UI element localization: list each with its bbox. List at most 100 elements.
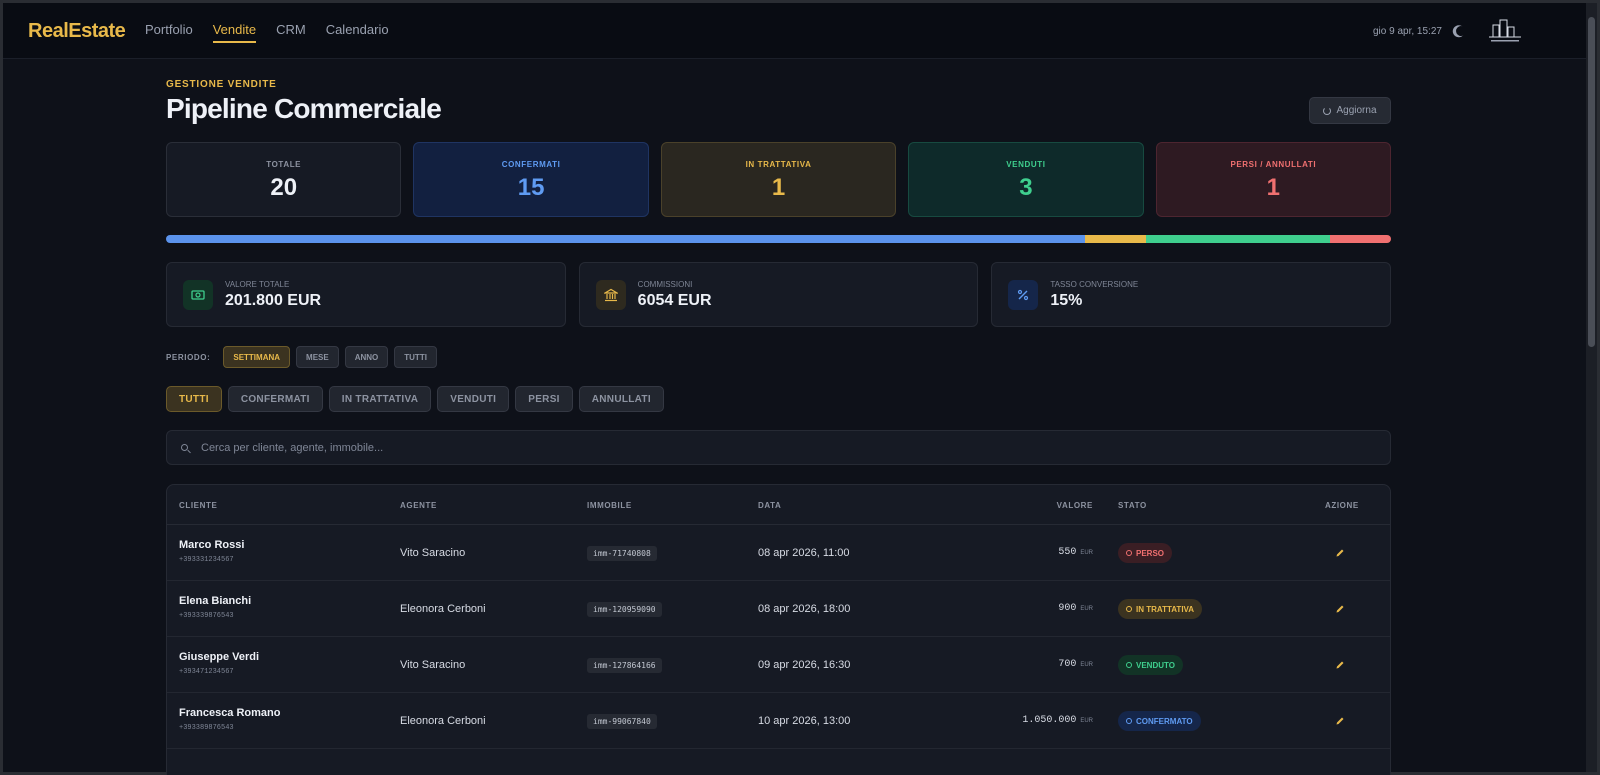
sale-date: 09 apr 2026, 16:30 (758, 659, 851, 671)
tab-confirmed[interactable]: CONFERMATI (227, 386, 323, 412)
edit-pencil-icon[interactable] (1335, 716, 1345, 726)
search-icon (181, 444, 188, 451)
status-tabs: TUTTI CONFERMATI IN TRATTATIVA VENDUTI P… (166, 386, 664, 412)
column-agent[interactable]: AGENTE (400, 501, 437, 510)
metric-value: 201.800 EUR (225, 292, 322, 309)
tab-all[interactable]: TUTTI (166, 386, 222, 412)
edit-pencil-icon[interactable] (1335, 604, 1345, 614)
nav-crm[interactable]: CRM (276, 22, 306, 43)
progress-segment-negotiating (1084, 235, 1146, 243)
sale-date: 08 apr 2026, 18:00 (758, 603, 851, 615)
stats-cards: TOTALE 20 CONFERMATI 15 IN TRATTATIVA 1 … (166, 142, 1392, 217)
sale-value: 700 EUR (1058, 659, 1093, 670)
currency-label: EUR (1080, 550, 1093, 556)
column-date[interactable]: DATA (758, 501, 781, 510)
value-amount: 550 (1058, 547, 1077, 558)
progress-segment-sold (1146, 235, 1330, 243)
currency-label: EUR (1080, 718, 1093, 724)
scroll-thumb[interactable] (1588, 17, 1595, 347)
stat-value: 1 (1266, 174, 1280, 201)
page-title: Pipeline Commerciale (166, 93, 442, 124)
bank-icon (595, 280, 626, 310)
stat-negotiating: IN TRATTATIVA 1 (660, 142, 897, 217)
stat-sold: VENDUTI 3 (908, 142, 1144, 217)
metric-label: VALORE TOTALE (225, 280, 290, 289)
property-id[interactable]: imm-127864166 (587, 658, 662, 673)
search-bar (166, 430, 1391, 465)
stat-lost: PERSI / ANNULLATI 1 (1155, 142, 1392, 217)
edit-pencil-icon[interactable] (1335, 548, 1345, 558)
tab-sold[interactable]: VENDUTI (437, 386, 510, 412)
sale-date: 08 apr 2026, 11:00 (758, 547, 850, 559)
refresh-icon (1323, 106, 1332, 115)
metric-commissions: COMMISSIONI 6054 EUR (578, 262, 979, 327)
edit-pencil-icon[interactable] (1335, 660, 1345, 670)
metric-conversion-rate: TASSO CONVERSIONE 15% (991, 262, 1392, 327)
moon-icon[interactable] (1455, 25, 1468, 38)
table-row[interactable]: Marco Rossi +393331234567 Vito Saracino … (167, 525, 1390, 581)
stat-label: CONFERMATI (501, 160, 561, 169)
stat-label: PERSI / ANNULLATI (1230, 160, 1317, 169)
search-input[interactable] (201, 441, 1101, 454)
value-amount: 1.050.000 (1022, 715, 1077, 726)
table-row[interactable]: Francesca Romano +393389876543 Eleonora … (167, 693, 1390, 749)
column-status[interactable]: STATO (1118, 501, 1147, 510)
stat-value: 15 (517, 174, 545, 201)
progress-segment-lost (1329, 235, 1391, 243)
period-year[interactable]: ANNO (344, 346, 389, 368)
stat-total: TOTALE 20 (166, 142, 402, 217)
table-body: Marco Rossi +393331234567 Vito Saracino … (167, 525, 1390, 749)
currency-label: EUR (1080, 662, 1093, 668)
metric-total-value: VALORE TOTALE 201.800 EUR (166, 262, 566, 327)
agent-name: Vito Saracino (400, 547, 466, 559)
column-value[interactable]: VALORE (1057, 501, 1093, 510)
column-property[interactable]: IMMOBILE (587, 501, 632, 510)
sale-date: 10 apr 2026, 13:00 (758, 715, 851, 727)
client-phone: +393331234567 (179, 556, 234, 564)
client-name: Giuseppe Verdi (179, 651, 260, 663)
banknote-icon (183, 280, 213, 310)
status-dot-icon (1126, 550, 1132, 556)
current-datetime: gio 9 apr, 15:27 (1373, 26, 1442, 37)
status-badge: CONFERMATO (1118, 711, 1201, 731)
refresh-button[interactable]: Aggiorna (1309, 97, 1391, 124)
status-badge: PERSO (1118, 543, 1173, 563)
tab-negotiating[interactable]: IN TRATTATIVA (328, 386, 432, 412)
client-phone: +393389876543 (179, 724, 234, 732)
period-all[interactable]: TUTTI (394, 346, 437, 368)
tab-lost[interactable]: PERSI (515, 386, 573, 412)
progress-segment-confirmed (166, 235, 1085, 243)
stat-label: TOTALE (266, 160, 302, 169)
client-phone: +393339876543 (179, 612, 234, 620)
page-kicker: GESTIONE VENDITE (166, 79, 277, 90)
table-row[interactable]: Elena Bianchi +393339876543 Eleonora Cer… (167, 581, 1390, 637)
sale-value: 900 EUR (1058, 603, 1093, 614)
percent-icon (1008, 280, 1039, 310)
nav-portfolio[interactable]: Portfolio (145, 22, 193, 43)
table-header: CLIENTE AGENTE IMMOBILE DATA VALORE STAT… (167, 485, 1390, 525)
property-id[interactable]: imm-99067840 (587, 714, 657, 729)
table-row[interactable]: Giuseppe Verdi +393471234567 Vito Saraci… (167, 637, 1390, 693)
tab-cancelled[interactable]: ANNULLATI (578, 386, 664, 412)
status-label: CONFERMATO (1136, 716, 1193, 726)
client-phone: +393471234567 (179, 668, 234, 676)
stat-label: VENDUTI (1006, 160, 1046, 169)
property-id[interactable]: imm-120959090 (587, 602, 662, 617)
brand-logo[interactable]: RealEstate (28, 20, 126, 43)
agent-name: Vito Saracino (400, 659, 466, 671)
nav-calendario[interactable]: Calendario (326, 22, 389, 43)
stat-label: IN TRATTATIVA (745, 160, 812, 169)
status-dot-icon (1126, 718, 1132, 724)
column-client[interactable]: CLIENTE (179, 501, 217, 510)
building-logo-icon (1489, 19, 1521, 42)
page-scrollbar[interactable] (1586, 3, 1597, 772)
sales-table: CLIENTE AGENTE IMMOBILE DATA VALORE STAT… (166, 484, 1391, 775)
period-month[interactable]: MESE (296, 346, 339, 368)
stat-value: 1 (771, 174, 786, 201)
period-week[interactable]: SETTIMANA (223, 346, 291, 368)
status-label: IN TRATTATIVA (1136, 604, 1195, 614)
sale-value: 1.050.000 EUR (1022, 715, 1093, 726)
client-name: Marco Rossi (179, 539, 245, 551)
nav-vendite[interactable]: Vendite (212, 22, 257, 43)
property-id[interactable]: imm-71740808 (587, 546, 657, 561)
